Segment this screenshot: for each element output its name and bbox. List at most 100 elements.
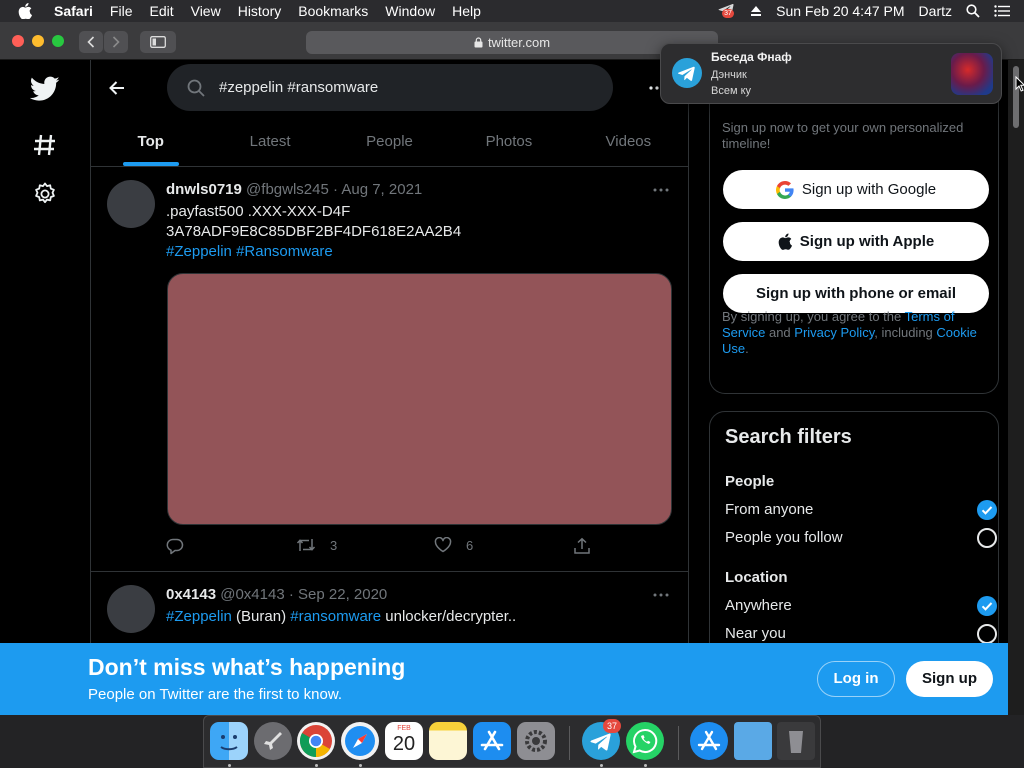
radio-unchecked-icon[interactable]: [977, 624, 997, 644]
tweet-header: 0x4143 @0x4143 · Sep 22, 2020: [166, 586, 387, 603]
hashtag-link[interactable]: #Zeppelin: [166, 243, 232, 260]
apple-logo-icon: [778, 233, 792, 250]
safari-icon[interactable]: [341, 722, 379, 760]
menu-app-name[interactable]: Safari: [40, 3, 101, 19]
window-close-button[interactable]: [12, 35, 24, 47]
radio-checked-icon[interactable]: [977, 596, 997, 616]
tweet-date[interactable]: Aug 7, 2021: [341, 181, 422, 198]
tweet-text-line: 3A78ADF9E8C85DBF2BF4DF618E2AA2B4: [166, 223, 462, 240]
sign-up-button[interactable]: Sign up: [906, 661, 993, 697]
search-box[interactable]: [167, 64, 613, 111]
tweet-more-icon[interactable]: [651, 180, 671, 200]
apple-menu-icon[interactable]: [18, 3, 40, 19]
tab-videos[interactable]: Videos: [569, 118, 688, 166]
menu-edit[interactable]: Edit: [141, 3, 182, 19]
retweet-button[interactable]: 3: [296, 537, 337, 553]
reply-button[interactable]: [166, 537, 184, 555]
signup-phone-email-button[interactable]: Sign up with phone or email: [723, 274, 989, 313]
filter-people-you-follow[interactable]: People you follow: [725, 528, 997, 548]
telegram-dock-badge: 37: [603, 719, 621, 733]
filter-label: People you follow: [725, 529, 843, 546]
app-store-download-icon[interactable]: [690, 722, 728, 760]
tweet-author-name[interactable]: dnwls0719: [166, 181, 242, 198]
menu-help[interactable]: Help: [444, 3, 490, 19]
tweet-media-image[interactable]: [167, 273, 672, 525]
signup-google-button[interactable]: Sign up with Google: [723, 170, 989, 209]
like-button[interactable]: 6: [434, 537, 473, 553]
whatsapp-icon[interactable]: [626, 722, 664, 760]
avatar[interactable]: [107, 585, 155, 633]
spotlight-search-icon[interactable]: [966, 4, 980, 18]
menu-file[interactable]: File: [101, 3, 141, 19]
window-zoom-button[interactable]: [52, 35, 64, 47]
tweet[interactable]: dnwls0719 @fbgwls245 · Aug 7, 2021 .payf…: [91, 168, 688, 572]
eject-icon[interactable]: [750, 5, 762, 17]
avatar[interactable]: [107, 180, 155, 228]
menu-user[interactable]: Dartz: [919, 3, 952, 19]
menu-bookmarks[interactable]: Bookmarks: [290, 3, 377, 19]
telegram-notification[interactable]: Беседа Фнаф Дэнчик Всем ку: [660, 43, 1002, 104]
tab-photos[interactable]: Photos: [449, 118, 568, 166]
radio-unchecked-icon[interactable]: [977, 528, 997, 548]
filter-anywhere[interactable]: Anywhere: [725, 596, 997, 616]
filter-from-anyone[interactable]: From anyone: [725, 500, 997, 520]
downloads-folder-icon[interactable]: [734, 722, 772, 760]
filter-near-you[interactable]: Near you: [725, 624, 997, 644]
tab-top[interactable]: Top: [91, 118, 210, 166]
hashtag-link[interactable]: #Zeppelin: [166, 608, 232, 625]
control-center-icon[interactable]: [994, 5, 1010, 17]
login-banner: Don’t miss what’s happening People on Tw…: [0, 643, 1008, 715]
calendar-icon[interactable]: FEB 20: [385, 722, 423, 760]
tweet-author-handle[interactable]: @0x4143: [220, 586, 284, 603]
notification-message: Всем ку: [711, 85, 752, 97]
log-in-button[interactable]: Log in: [817, 661, 895, 697]
filter-label: From anyone: [725, 501, 814, 518]
notes-icon[interactable]: [429, 722, 467, 760]
running-indicator: [315, 764, 318, 767]
radio-checked-icon[interactable]: [977, 500, 997, 520]
launchpad-icon[interactable]: [254, 722, 292, 760]
forward-button[interactable]: [104, 31, 128, 53]
page-scrollbar[interactable]: [1008, 60, 1024, 715]
dock-separator: [678, 726, 679, 760]
share-button[interactable]: [573, 537, 591, 555]
telegram-menu-icon[interactable]: 37: [718, 3, 736, 19]
legal-text: and: [765, 325, 795, 340]
lock-icon: [474, 37, 483, 48]
sidebar-toggle-button[interactable]: [140, 31, 176, 53]
mouse-cursor-icon: [1015, 76, 1024, 92]
system-preferences-icon[interactable]: [517, 722, 555, 760]
tab-people[interactable]: People: [330, 118, 449, 166]
menu-window[interactable]: Window: [377, 3, 444, 19]
menu-history[interactable]: History: [229, 3, 290, 19]
search-header: [91, 60, 688, 118]
app-store-icon[interactable]: [473, 722, 511, 760]
tweet-author-name[interactable]: 0x4143: [166, 586, 216, 603]
tweet-date[interactable]: Sep 22, 2020: [298, 586, 387, 603]
back-arrow-icon[interactable]: [107, 78, 127, 98]
trash-icon[interactable]: [777, 722, 815, 760]
explore-hashtag-icon[interactable]: [32, 132, 58, 158]
back-button[interactable]: [79, 31, 103, 53]
privacy-policy-link[interactable]: Privacy Policy: [794, 325, 874, 340]
search-results-column: Top Latest People Photos Videos dnwls071…: [90, 60, 689, 715]
menu-view[interactable]: View: [182, 3, 229, 19]
hashtag-link[interactable]: #Ransomware: [236, 243, 333, 260]
telegram-menu-badge: 37: [722, 9, 734, 18]
heart-icon: [434, 537, 452, 553]
settings-gear-icon[interactable]: [33, 182, 57, 206]
finder-icon[interactable]: [210, 722, 248, 760]
window-minimize-button[interactable]: [32, 35, 44, 47]
address-bar[interactable]: twitter.com: [306, 31, 718, 54]
tweet-more-icon[interactable]: [651, 585, 671, 605]
tweet-text-line: .payfast500 .XXX-XXX-D4F: [166, 203, 351, 220]
signup-apple-button[interactable]: Sign up with Apple: [723, 222, 989, 261]
hashtag-link[interactable]: #ransomware: [290, 608, 381, 625]
tab-latest[interactable]: Latest: [210, 118, 329, 166]
twitter-logo-icon[interactable]: [30, 76, 60, 102]
menu-clock[interactable]: Sun Feb 20 4:47 PM: [776, 3, 904, 19]
signup-card: Sign up now to get your own personalized…: [709, 100, 999, 394]
chrome-icon[interactable]: [297, 722, 335, 760]
search-input[interactable]: [219, 79, 579, 96]
tweet-author-handle[interactable]: @fbgwls245: [246, 181, 329, 198]
